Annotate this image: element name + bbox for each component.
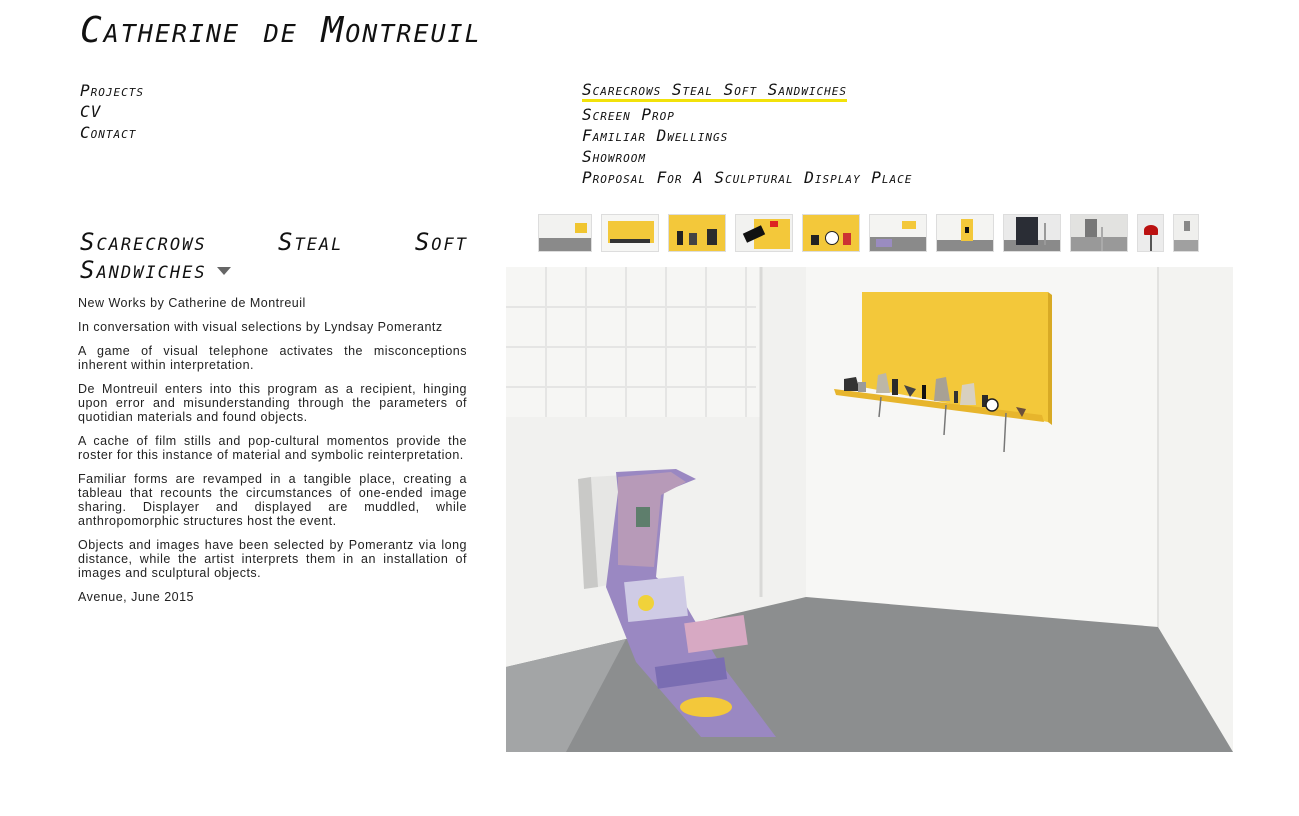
thumbnail[interactable]	[1070, 214, 1128, 252]
thumbnail[interactable]	[735, 214, 793, 252]
description-paragraph: In conversation with visual selections b…	[78, 320, 443, 334]
thumbnail[interactable]	[601, 214, 659, 252]
description-paragraph: Avenue, June 2015	[78, 590, 195, 604]
nav-cv[interactable]: CV	[80, 101, 144, 122]
thumbnail[interactable]	[1003, 214, 1061, 252]
main-image[interactable]	[506, 267, 1233, 752]
project-link-showroom[interactable]: Showroom	[582, 146, 912, 167]
description-paragraph: New Works by Catherine de Montreuil	[78, 296, 306, 310]
project-title: Scarecrows Steal Soft Sandwiches	[80, 228, 468, 284]
project-title-text: Scarecrows Steal Soft Sandwiches	[80, 228, 468, 284]
site-title[interactable]: Catherine de Montreuil	[80, 10, 482, 51]
thumbnail[interactable]	[538, 214, 592, 252]
description-paragraph: Objects and images have been selected by…	[78, 538, 467, 580]
description-paragraph: A game of visual telephone activates the…	[78, 344, 467, 372]
chevron-down-icon[interactable]	[216, 267, 231, 275]
nav-projects[interactable]: Projects	[80, 80, 144, 101]
installation-photo	[506, 267, 1233, 752]
description-paragraph: Familiar forms are revamped in a tangibl…	[78, 472, 467, 528]
main-nav: Projects CV Contact	[80, 80, 144, 143]
thumbnail[interactable]	[1137, 214, 1164, 252]
description-paragraph: A cache of film stills and pop-cultural …	[78, 434, 467, 462]
thumbnail[interactable]	[936, 214, 994, 252]
description-paragraph: De Montreuil enters into this program as…	[78, 382, 467, 424]
thumbnail[interactable]	[668, 214, 726, 252]
nav-contact[interactable]: Contact	[80, 122, 144, 143]
project-link-scarecrows[interactable]: Scarecrows Steal Soft Sandwiches	[582, 80, 847, 102]
project-link-proposal[interactable]: Proposal For A Sculptural Display Place	[582, 167, 912, 188]
project-link-screen-prop[interactable]: Screen Prop	[582, 104, 912, 125]
thumbnail[interactable]	[1173, 214, 1199, 252]
project-description: New Works by Catherine de Montreuil In c…	[78, 296, 467, 614]
thumbnail[interactable]	[869, 214, 927, 252]
thumbnail[interactable]	[802, 214, 860, 252]
thumbnail-strip	[538, 214, 1199, 252]
project-nav: Scarecrows Steal Soft Sandwiches Screen …	[582, 80, 912, 188]
project-link-familiar-dwellings[interactable]: Familiar Dwellings	[582, 125, 912, 146]
